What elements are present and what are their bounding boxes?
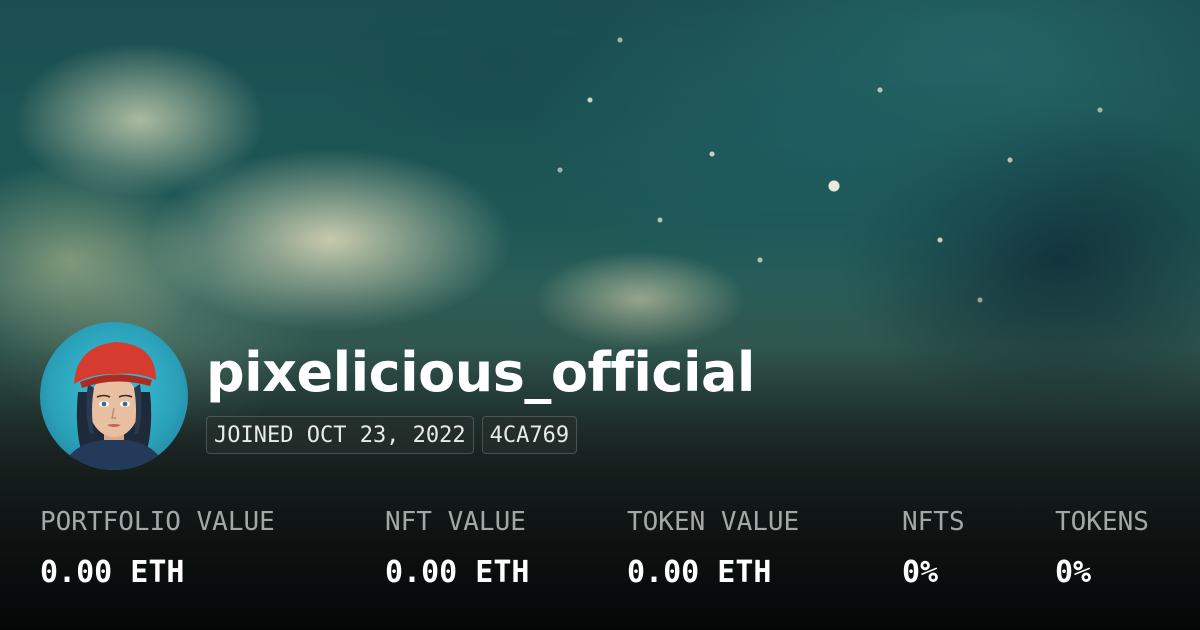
identity-block: pixelicious_official JOINED OCT 23, 2022… [206, 342, 755, 454]
joined-date-badge: JOINED OCT 23, 2022 [206, 416, 474, 454]
stat-value: 0.00 ETH [627, 555, 772, 590]
profile-share-card: pixelicious_official JOINED OCT 23, 2022… [0, 0, 1200, 630]
stat-label: PORTFOLIO VALUE [40, 507, 275, 537]
avatar-portrait-icon [62, 342, 166, 470]
stat-token-value: TOKEN VALUE 0.00 ETH [627, 505, 799, 592]
stat-label: NFTS [902, 507, 965, 537]
address-badge: 4CA769 [481, 416, 578, 454]
profile-tags: JOINED OCT 23, 2022 4CA769 [206, 416, 755, 454]
stat-label: NFT VALUE [385, 507, 526, 537]
profile-header: pixelicious_official JOINED OCT 23, 2022… [40, 322, 755, 470]
stat-nfts: NFTS 0% [902, 505, 965, 592]
stat-tokens: TOKENS 0% [1055, 505, 1149, 592]
avatar [40, 322, 188, 470]
stat-label: TOKENS [1055, 507, 1149, 537]
stat-portfolio-value: PORTFOLIO VALUE 0.00 ETH [40, 505, 275, 592]
stat-value: 0% [1055, 555, 1092, 590]
stat-value: 0.00 ETH [40, 555, 185, 590]
stat-value: 0% [902, 555, 939, 590]
username: pixelicious_official [206, 341, 755, 404]
stat-nft-value: NFT VALUE 0.00 ETH [385, 505, 530, 592]
stat-label: TOKEN VALUE [627, 507, 800, 537]
stat-value: 0.00 ETH [385, 555, 530, 590]
